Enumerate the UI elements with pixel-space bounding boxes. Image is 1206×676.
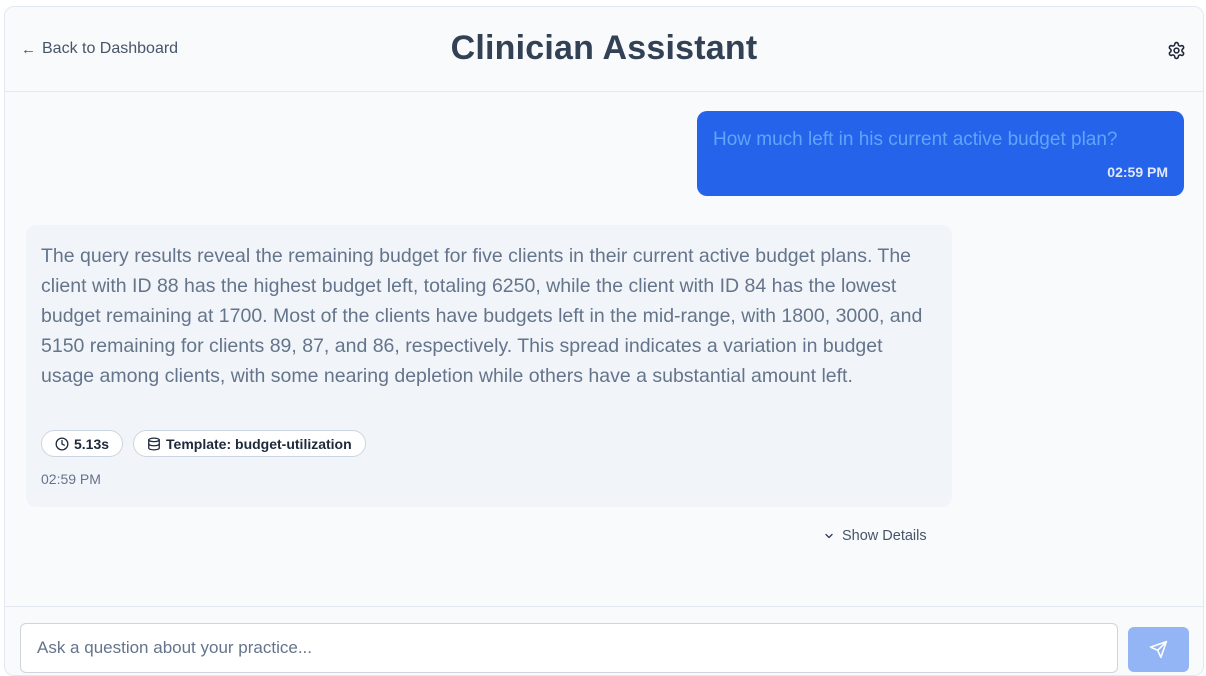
clock-icon [55,437,69,450]
chat-window: ← Back to Dashboard Clinician Assistant … [4,6,1204,676]
gear-icon [1168,41,1184,59]
user-message-time: 02:59 PM [1107,164,1168,180]
user-message-text: How much left in his current active budg… [713,129,1118,150]
composer [5,606,1203,675]
show-details-label: Show Details [842,528,927,544]
chevron-down-icon [825,533,833,539]
assistant-message-time: 02:59 PM [41,471,101,487]
duration-value: 5.13s [74,435,110,452]
template-badge: Template: budget-utilization [133,430,366,457]
settings-button[interactable] [1165,39,1187,61]
duration-badge: 5.13s [41,430,124,457]
page-title: Clinician Assistant [450,29,758,67]
template-label: Template: budget-utilization [166,435,352,452]
header: ← Back to Dashboard Clinician Assistant [5,7,1203,92]
assistant-message-text: The query results reveal the remaining b… [41,245,923,387]
user-message-bubble: How much left in his current active budg… [697,111,1184,196]
assistant-message-badges: 5.13s Template: budget-utilization [41,430,366,457]
show-details-toggle[interactable]: Show Details [823,528,927,544]
send-icon [1149,640,1168,659]
question-input[interactable] [20,623,1118,673]
assistant-message-bubble: The query results reveal the remaining b… [26,225,952,507]
send-button[interactable] [1128,627,1189,672]
database-icon [148,437,160,450]
